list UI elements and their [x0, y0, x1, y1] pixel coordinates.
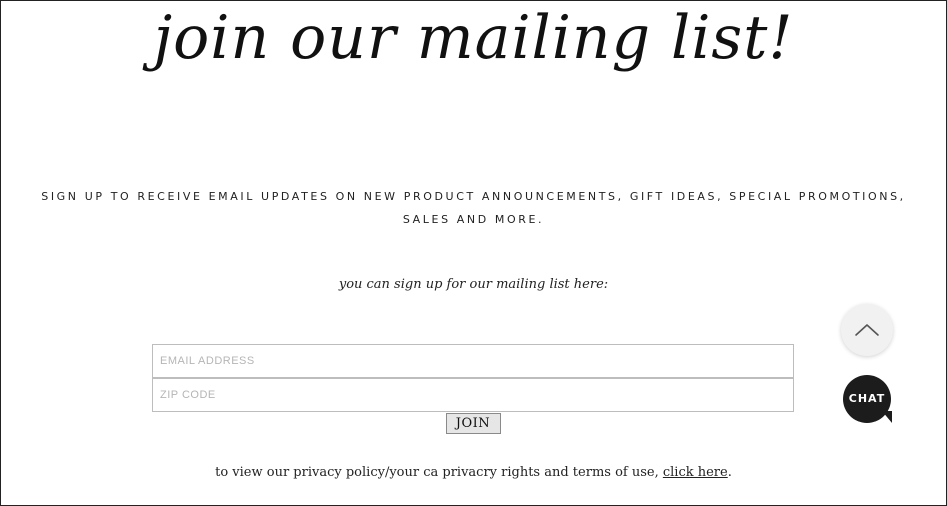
privacy-suffix: . — [727, 465, 732, 480]
signup-prompt: you can sign up for our mailing list her… — [338, 277, 609, 292]
privacy-notice: to view our privacy policy/your ca priva… — [1, 465, 946, 480]
chat-label: CHAT — [848, 392, 886, 405]
privacy-link[interactable]: click here — [663, 465, 728, 480]
chevron-up-icon — [855, 324, 879, 336]
chat-button[interactable]: CHAT — [843, 375, 892, 423]
privacy-text: to view our privacy policy/your ca priva… — [215, 465, 663, 480]
zip-code-field[interactable] — [152, 378, 794, 412]
join-button-wrap: JOIN — [152, 413, 794, 434]
mailing-list-form: JOIN — [152, 344, 794, 434]
page-frame: join our mailing list! SIGN UP TO RECEIV… — [0, 0, 947, 506]
mailing-list-description: SIGN UP TO RECEIVE EMAIL UPDATES ON NEW … — [41, 190, 906, 226]
email-field[interactable] — [152, 344, 794, 378]
join-button[interactable]: JOIN — [445, 413, 501, 434]
scroll-to-top-button[interactable] — [841, 304, 893, 356]
page-title: join our mailing list! — [153, 3, 794, 73]
